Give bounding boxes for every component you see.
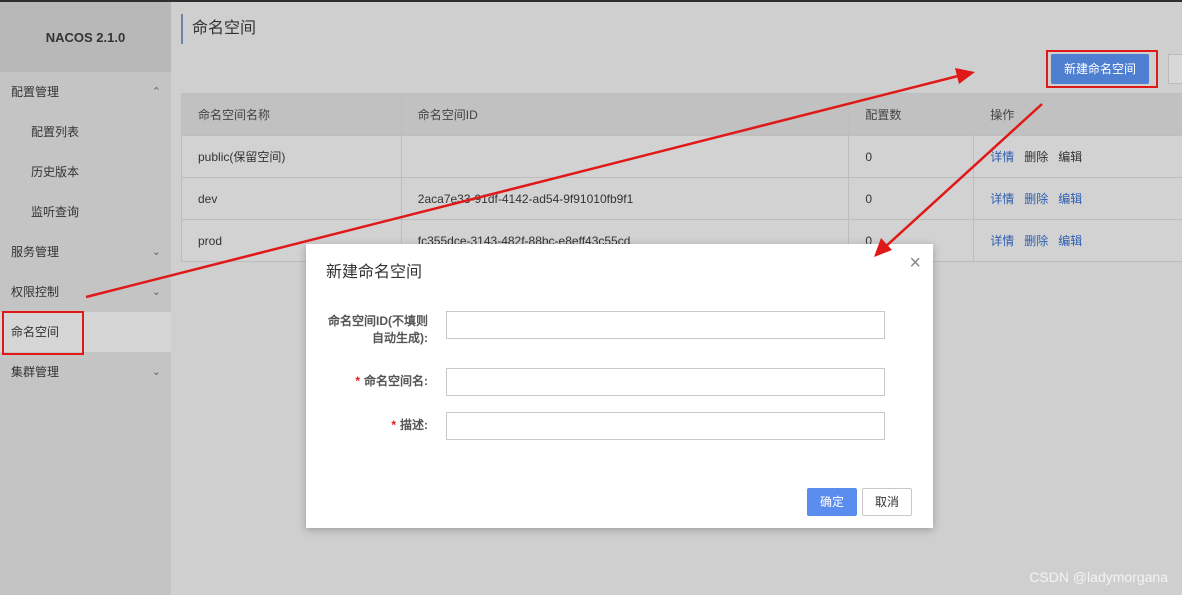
required-mark: * [355, 374, 360, 388]
chevron-down-icon: ⌄ [151, 366, 161, 378]
namespace-table: 命名空间名称 命名空间ID 配置数 操作 public(保留空间) 0 详情 删除… [181, 93, 1182, 262]
namespace-id [400, 135, 850, 178]
sidebar-item-label: 配置列表 [31, 125, 80, 139]
edit-link[interactable]: 编辑 [1058, 192, 1082, 206]
config-count: 0 [848, 177, 975, 220]
description-label: * 描述: [391, 417, 428, 434]
column-header-count: 配置数 [848, 93, 975, 136]
namespace-id: 2aca7e33-91df-4142-ad54-9f91010fb9f1 [400, 177, 850, 220]
required-mark: * [391, 418, 396, 432]
table-row: public(保留空间) 0 详情 删除 编辑 [181, 135, 1182, 178]
namespace-name: public(保留空间) [181, 135, 402, 178]
sidebar-item-history[interactable]: 历史版本 [0, 152, 171, 192]
edit-link[interactable]: 编辑 [1058, 150, 1082, 164]
dialog-title: 新建命名空间 [326, 264, 423, 281]
detail-link[interactable]: 详情 [990, 234, 1014, 248]
sidebar-item-label: 权限控制 [11, 285, 60, 299]
chevron-down-icon: ⌄ [151, 246, 161, 258]
sidebar-item-label: 历史版本 [31, 165, 80, 179]
delete-link[interactable]: 删除 [1024, 150, 1048, 164]
detail-link[interactable]: 详情 [990, 150, 1014, 164]
delete-link[interactable]: 删除 [1024, 192, 1048, 206]
row-actions: 详情 删除 编辑 [973, 135, 1182, 178]
cancel-button[interactable]: 取消 [862, 488, 912, 516]
brand-logo: NACOS 2.1.0 [0, 2, 171, 72]
close-icon[interactable]: × [909, 252, 921, 274]
toolbar-button-partial[interactable] [1168, 54, 1182, 84]
namespace-name-label: * 命名空间名: [355, 373, 428, 390]
sidebar-item-config-list[interactable]: 配置列表 [0, 112, 171, 152]
config-count: 0 [848, 135, 975, 178]
column-header-id: 命名空间ID [400, 93, 850, 136]
namespace-id-input[interactable] [446, 311, 885, 339]
delete-link[interactable]: 删除 [1024, 234, 1048, 248]
watermark: CSDN @ladymorgana [1029, 569, 1168, 585]
table-row: dev 2aca7e33-91df-4142-ad54-9f91010fb9f1… [181, 177, 1182, 220]
sidebar-item-cluster-management[interactable]: 集群管理 ⌄ [0, 352, 171, 392]
row-actions: 详情 删除 编辑 [973, 177, 1182, 220]
chevron-down-icon: ⌄ [151, 286, 161, 298]
sidebar-item-label: 监听查询 [31, 205, 80, 219]
column-header-name: 命名空间名称 [181, 93, 402, 136]
edit-link[interactable]: 编辑 [1058, 234, 1082, 248]
row-actions: 详情 删除 编辑 [973, 219, 1182, 262]
chevron-up-icon: ⌃ [151, 86, 161, 98]
page-title: 命名空间 [181, 14, 256, 44]
sidebar-item-label: 配置管理 [11, 85, 60, 99]
sidebar-item-access-control[interactable]: 权限控制 ⌄ [0, 272, 171, 312]
label-line: 命名空间ID(不填则 [328, 314, 428, 328]
label-line: 自动生成): [372, 331, 428, 345]
confirm-button[interactable]: 确定 [807, 488, 857, 516]
detail-link[interactable]: 详情 [990, 192, 1014, 206]
sidebar-item-config-management[interactable]: 配置管理 ⌃ [0, 72, 171, 112]
new-namespace-dialog: 新建命名空间 × 命名空间ID(不填则 自动生成): * 命名空间名: * 描述: … [306, 244, 933, 528]
sidebar-item-namespace[interactable]: 命名空间 [0, 312, 171, 352]
sidebar-item-label: 命名空间 [11, 325, 60, 339]
column-header-actions: 操作 [973, 93, 1182, 136]
sidebar-item-label: 服务管理 [11, 245, 60, 259]
namespace-name-input[interactable] [446, 368, 885, 396]
sidebar-item-label: 集群管理 [11, 365, 60, 379]
sidebar-item-service-management[interactable]: 服务管理 ⌄ [0, 232, 171, 272]
table-header-row: 命名空间名称 命名空间ID 配置数 操作 [181, 93, 1182, 136]
new-namespace-button[interactable]: 新建命名空间 [1051, 54, 1149, 84]
namespace-name: dev [181, 177, 402, 220]
label-text: 描述: [400, 418, 428, 432]
sidebar-item-listener-query[interactable]: 监听查询 [0, 192, 171, 232]
label-text: 命名空间名: [364, 374, 428, 388]
description-input[interactable] [446, 412, 885, 440]
namespace-id-label: 命名空间ID(不填则 自动生成): [328, 313, 428, 347]
sidebar: NACOS 2.1.0 配置管理 ⌃ 配置列表 历史版本 监听查询 服务管理 ⌄… [0, 2, 171, 595]
